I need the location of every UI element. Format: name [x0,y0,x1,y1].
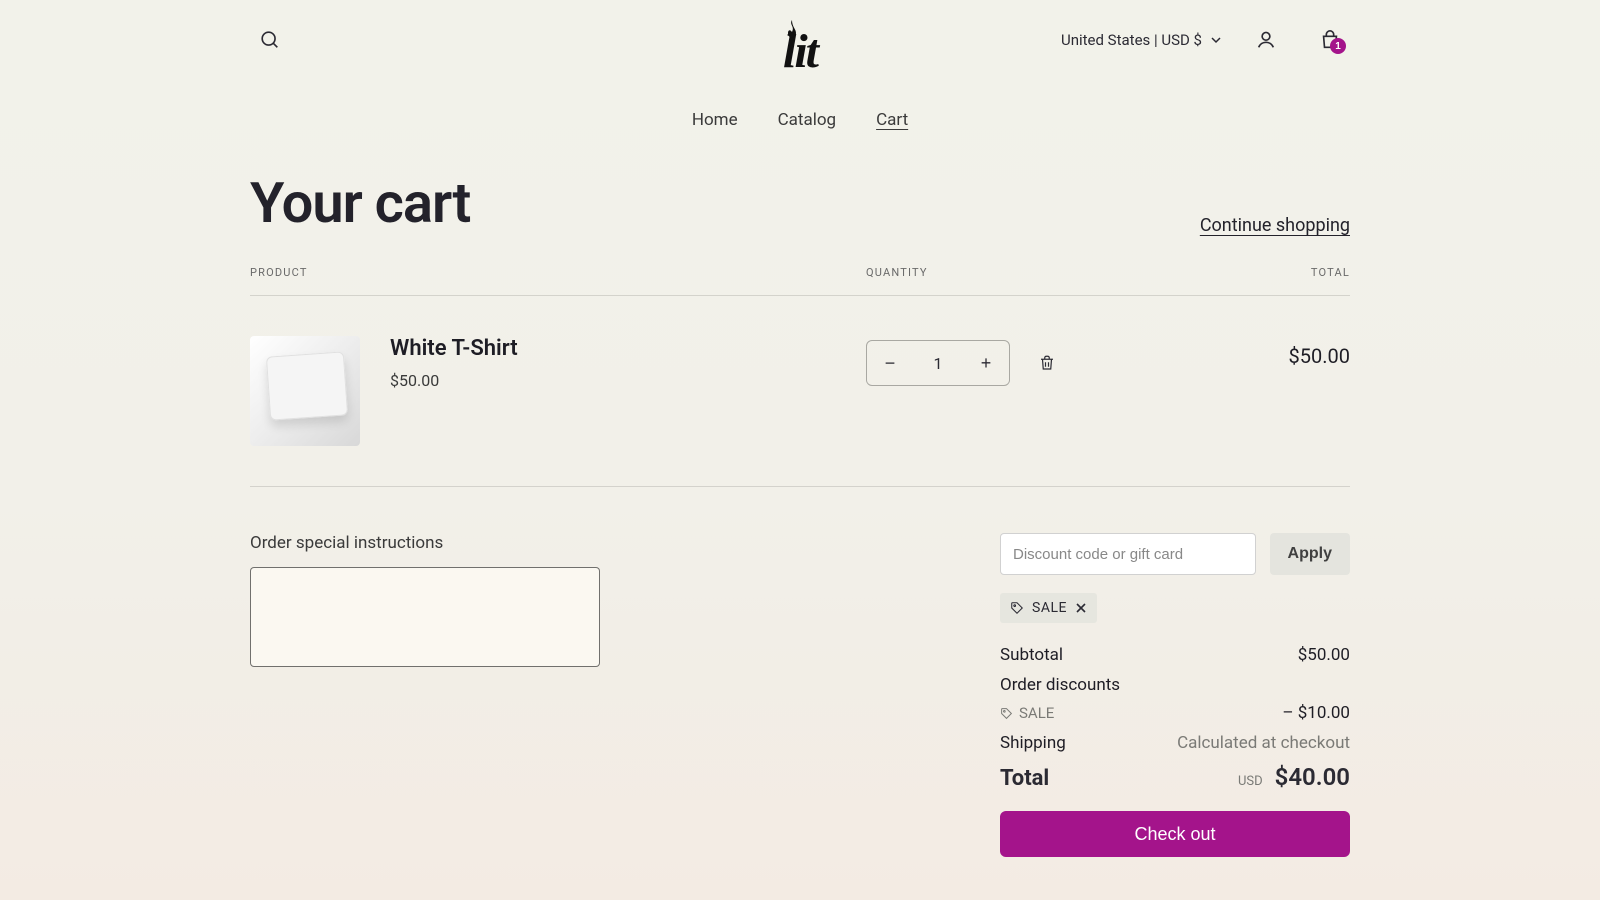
column-total: TOTAL [1152,266,1350,279]
plus-icon: + [981,353,992,374]
region-label: United States | USD $ [1061,31,1202,49]
column-quantity: QUANTITY [866,266,1152,279]
nav-catalog[interactable]: Catalog [778,110,837,130]
page-title: Your cart [250,170,470,236]
discount-amount: – $10.00 [1282,703,1350,723]
trash-icon [1038,354,1056,372]
cart-table-header: PRODUCT QUANTITY TOTAL [250,266,1350,296]
subtotal-value: $50.00 [1298,645,1350,665]
cart-count-badge: 1 [1330,38,1346,54]
nav-home[interactable]: Home [692,110,738,130]
quantity-value[interactable]: 1 [913,354,963,373]
product-unit-price: $50.00 [390,371,518,390]
cart-line-item: White T-Shirt $50.00 − 1 + $50.00 [250,296,1350,487]
remove-discount-button[interactable] [1075,602,1087,614]
quantity-increase-button[interactable]: + [963,341,1009,385]
special-instructions-textarea[interactable] [250,567,600,667]
primary-nav: Home Catalog Cart [250,80,1350,170]
discount-line-code: SALE [1019,704,1054,722]
shipping-value: Calculated at checkout [1177,733,1350,753]
apply-discount-button[interactable]: Apply [1270,533,1350,575]
special-instructions-label: Order special instructions [250,533,600,553]
tag-icon [1010,601,1024,615]
subtotal-label: Subtotal [1000,645,1063,665]
applied-discount-code: SALE [1032,600,1067,616]
applied-discount-chip: SALE [1000,593,1097,623]
tag-icon [1000,707,1013,720]
account-button[interactable] [1246,20,1286,60]
total-value: $40.00 [1275,763,1350,791]
continue-shopping-link[interactable]: Continue shopping [1200,215,1350,236]
search-icon [259,29,281,51]
cart-button[interactable]: 1 [1310,20,1350,60]
quantity-stepper: − 1 + [866,340,1010,386]
user-icon [1255,29,1277,51]
brand-logo[interactable]: lit [783,28,817,76]
chevron-down-icon [1210,34,1222,46]
flame-icon [785,20,799,38]
total-currency: USD [1238,774,1263,789]
discount-code-input[interactable] [1000,533,1256,575]
line-total: $50.00 [1152,336,1350,368]
search-button[interactable] [250,20,290,60]
close-icon [1075,602,1087,614]
checkout-button[interactable]: Check out [1000,811,1350,857]
product-thumbnail[interactable] [250,336,360,446]
quantity-decrease-button[interactable]: − [867,341,913,385]
minus-icon: − [885,353,896,374]
region-currency-toggle[interactable]: United States | USD $ [1061,31,1222,49]
total-label: Total [1000,766,1049,791]
nav-cart[interactable]: Cart [876,110,908,130]
order-discounts-label: Order discounts [1000,675,1120,695]
remove-item-button[interactable] [1032,348,1062,378]
column-product: PRODUCT [250,266,866,279]
shipping-label: Shipping [1000,733,1066,753]
product-name[interactable]: White T-Shirt [390,336,518,361]
